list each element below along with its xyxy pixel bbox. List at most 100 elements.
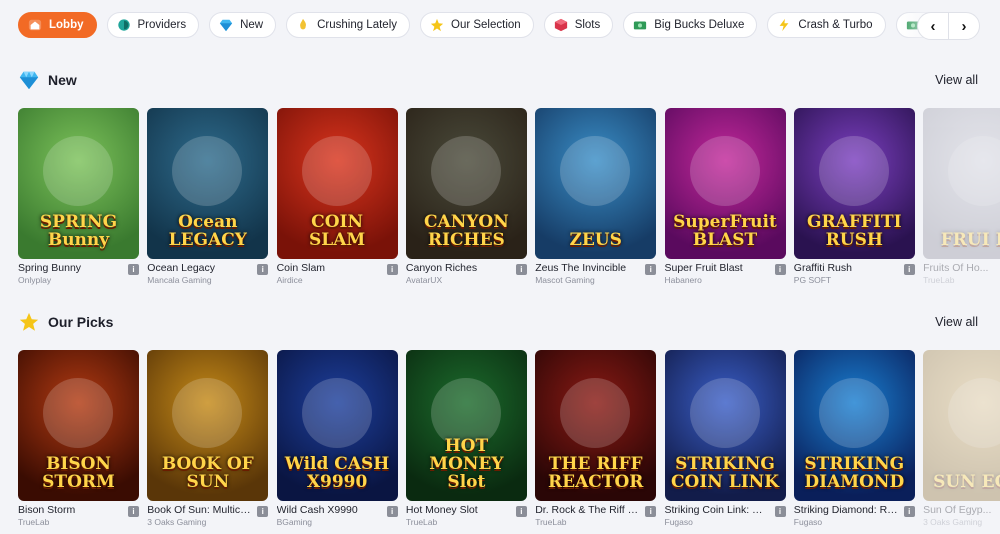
game-meta: Fruits Of Ho...TrueLabi bbox=[923, 262, 1000, 288]
game-thumbnail[interactable]: STRIKING DIAMOND bbox=[793, 350, 915, 501]
game-provider: TrueLab bbox=[535, 517, 567, 527]
nav-chip-our-selection[interactable]: Our Selection bbox=[420, 12, 534, 38]
game-card[interactable]: SUN EGYP Sun Of Egyp...3 Oaks Gamingi bbox=[923, 350, 1000, 530]
game-provider: 3 Oaks Gaming bbox=[923, 517, 983, 527]
game-provider: Fugaso bbox=[793, 517, 823, 527]
info-icon[interactable]: i bbox=[903, 506, 915, 517]
nav-chip-crash-turbo[interactable]: Crash & Turbo bbox=[767, 12, 886, 38]
view-all-link[interactable]: View all bbox=[935, 315, 978, 329]
game-logo-text: ZEUS bbox=[569, 230, 622, 250]
info-icon[interactable]: i bbox=[257, 264, 269, 275]
nav-chip-label: Slots bbox=[574, 19, 601, 31]
info-icon[interactable]: i bbox=[386, 264, 398, 275]
thumbnail-glow bbox=[948, 136, 1000, 206]
game-thumbnail[interactable]: ZEUS bbox=[535, 108, 657, 259]
game-logo-text: CANYON RICHES bbox=[424, 212, 509, 250]
game-thumbnail[interactable]: HOT MONEY Slot bbox=[405, 350, 527, 501]
next-arrow-button[interactable]: › bbox=[948, 13, 979, 39]
game-provider: Onlyplay bbox=[18, 275, 52, 285]
game-card[interactable]: FRUI HO Fruits Of Ho...TrueLabi bbox=[923, 108, 1000, 288]
game-logo-text: BOOK OF SUN bbox=[161, 454, 254, 492]
game-name: Zeus The Invincible bbox=[535, 262, 627, 274]
game-thumbnail[interactable]: CANYON RICHES bbox=[405, 108, 527, 259]
game-card[interactable]: BISON STORM Bison Storm TrueLab i bbox=[18, 350, 139, 530]
nav-chip-label: Crushing Lately bbox=[317, 19, 397, 31]
game-card[interactable]: COIN SLAM Coin Slam Airdice i bbox=[276, 108, 398, 288]
games-row-our-picks: BISON STORM Bison Storm TrueLab i BOOK OF SU… bbox=[18, 350, 1000, 530]
game-meta: Striking Diamond: Ru... Fugaso i bbox=[794, 504, 915, 530]
info-icon[interactable]: i bbox=[903, 264, 915, 275]
game-card[interactable]: GRAFFITI RUSH Graffiti Rush PG SOFT i bbox=[793, 108, 915, 288]
game-meta: Spring Bunny Onlyplay i bbox=[18, 262, 139, 288]
game-card[interactable]: Wild CASH X9990 Wild Cash X9990 BGaming i bbox=[276, 350, 398, 530]
game-thumbnail[interactable]: STRIKING COIN LINK bbox=[664, 350, 786, 501]
nav-chip-providers[interactable]: Providers bbox=[106, 12, 200, 38]
nav-chip-label: Providers bbox=[137, 19, 187, 31]
star-icon bbox=[19, 312, 39, 331]
game-card[interactable]: THE RIFF REACTOR Dr. Rock & The Riff Re..… bbox=[535, 350, 657, 530]
game-thumbnail[interactable]: COIN SLAM bbox=[276, 108, 398, 259]
game-thumbnail[interactable]: Ocean LEGACY bbox=[147, 108, 269, 259]
prev-arrow-button[interactable]: ‹ bbox=[918, 13, 948, 39]
info-icon[interactable]: i bbox=[774, 264, 786, 275]
info-icon[interactable]: i bbox=[386, 506, 398, 517]
info-icon[interactable]: i bbox=[774, 506, 786, 517]
nav-chip-crushing-lately[interactable]: Crushing Lately bbox=[286, 12, 410, 38]
thumbnail-glow bbox=[560, 136, 631, 206]
game-name: Graffiti Rush bbox=[793, 262, 852, 274]
star-icon bbox=[429, 17, 445, 33]
flame-icon bbox=[295, 17, 311, 33]
info-icon[interactable]: i bbox=[645, 264, 657, 275]
game-card[interactable]: SuperFruit BLAST Super Fruit Blast Habaner… bbox=[664, 108, 786, 288]
game-provider: TrueLab bbox=[405, 517, 438, 527]
game-card[interactable]: ZEUS Zeus The Invincible Mascot Gaming i bbox=[535, 108, 657, 288]
game-thumbnail[interactable]: THE RIFF REACTOR bbox=[535, 350, 657, 501]
nav-chip-lobby[interactable]: Lobby bbox=[18, 12, 97, 38]
game-thumbnail[interactable]: SUN EGYP bbox=[923, 350, 1000, 501]
game-thumbnail[interactable]: GRAFFITI RUSH bbox=[793, 108, 915, 259]
thumbnail-glow bbox=[43, 378, 113, 448]
game-meta: Wild Cash X9990 BGaming i bbox=[277, 504, 398, 530]
nav-chip-big-bucks-deluxe[interactable]: Big Bucks Deluxe bbox=[623, 12, 758, 38]
game-meta: Striking Coin Link: Ru... Fugaso i bbox=[665, 504, 786, 530]
money-icon bbox=[632, 17, 648, 33]
section-header-new: New View all bbox=[18, 67, 978, 93]
diamond-icon bbox=[218, 17, 234, 33]
lightning-icon bbox=[776, 17, 792, 33]
thumbnail-glow bbox=[818, 136, 889, 206]
info-icon[interactable]: i bbox=[645, 506, 657, 517]
thumbnail-glow bbox=[301, 136, 372, 206]
game-card[interactable]: SPRING Bunny Spring Bunny Onlyplay i bbox=[18, 108, 139, 288]
game-thumbnail[interactable]: SuperFruit BLAST bbox=[664, 108, 786, 259]
nav-chip-new[interactable]: New bbox=[209, 12, 277, 38]
info-icon[interactable]: i bbox=[128, 506, 139, 517]
game-thumbnail[interactable]: BISON STORM bbox=[18, 350, 139, 501]
game-thumbnail[interactable]: SPRING Bunny bbox=[18, 108, 139, 259]
nav-chip-slots[interactable]: Slots bbox=[543, 12, 614, 38]
game-card[interactable]: HOT MONEY Slot Hot Money Slot TrueLab i bbox=[405, 350, 527, 530]
game-provider: PG SOFT bbox=[793, 275, 832, 285]
game-card[interactable]: BOOK OF SUN Book Of Sun: Multich... 3 Oaks… bbox=[147, 350, 269, 530]
game-provider: 3 Oaks Gaming bbox=[147, 517, 207, 527]
game-logo-text: SuperFruit BLAST bbox=[673, 212, 777, 250]
game-thumbnail[interactable]: Wild CASH X9990 bbox=[276, 350, 398, 501]
diamond-icon bbox=[19, 71, 39, 90]
game-name: Spring Bunny bbox=[18, 262, 82, 274]
games-row-new: SPRING Bunny Spring Bunny Onlyplay i Ocean L… bbox=[18, 108, 1000, 288]
thumbnail-glow bbox=[430, 136, 501, 206]
game-card[interactable]: CANYON RICHES Canyon Riches AvatarUX i bbox=[405, 108, 527, 288]
game-thumbnail[interactable]: BOOK OF SUN bbox=[147, 350, 269, 501]
info-icon[interactable]: i bbox=[128, 264, 139, 275]
view-all-link[interactable]: View all bbox=[935, 73, 978, 87]
game-card[interactable]: STRIKING DIAMOND Striking Diamond: Ru... F… bbox=[793, 350, 915, 530]
game-meta: Dr. Rock & The Riff Re... TrueLab i bbox=[535, 504, 657, 530]
game-card[interactable]: STRIKING COIN LINK Striking Coin Link: Ru… bbox=[664, 350, 786, 530]
game-card[interactable]: Ocean LEGACY Ocean Legacy Mancala Gaming i bbox=[147, 108, 269, 288]
game-meta: Book Of Sun: Multich... 3 Oaks Gaming i bbox=[147, 504, 269, 530]
game-thumbnail[interactable]: FRUI HO bbox=[923, 108, 1000, 259]
info-icon[interactable]: i bbox=[515, 264, 527, 275]
info-icon[interactable]: i bbox=[257, 506, 269, 517]
game-provider: TrueLab bbox=[18, 517, 50, 527]
info-icon[interactable]: i bbox=[515, 506, 527, 517]
nav-chip-label: New bbox=[240, 19, 264, 31]
